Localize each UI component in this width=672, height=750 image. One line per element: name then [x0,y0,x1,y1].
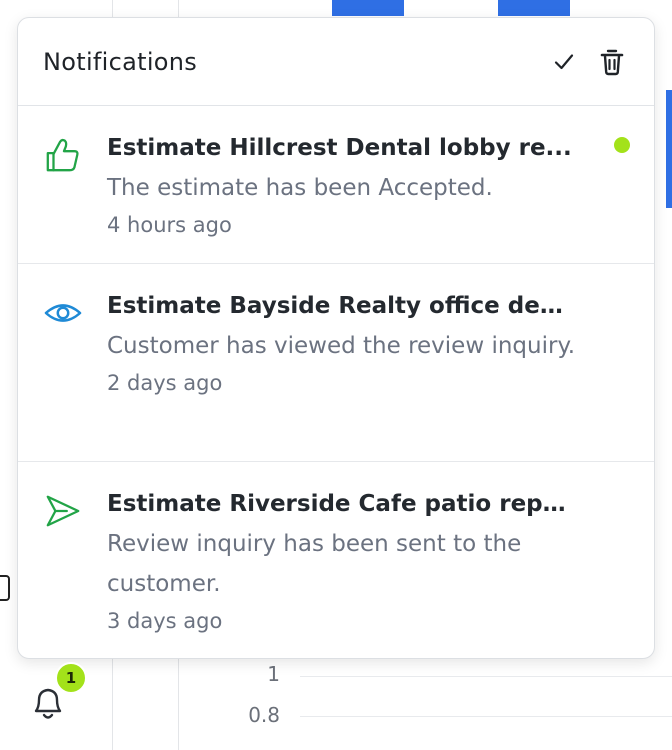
notification-title: Estimate Riverside Cafe patio repaint... [107,491,577,517]
notification-title: Estimate Bayside Realty office deep ... [107,293,577,319]
notification-title: Estimate Hillcrest Dental lobby re... [107,135,572,161]
notification-count-badge: 1 [55,662,87,694]
background-gridline [300,676,672,677]
notification-time: 2 days ago [107,371,223,395]
eye-icon [44,304,82,322]
clear-all-button[interactable] [596,46,628,78]
mark-all-read-button[interactable] [548,46,580,78]
notification-time: 3 days ago [107,609,223,633]
background-y-tick: 1 [267,662,280,686]
background-chart-bar [666,90,672,208]
panel-title: Notifications [43,47,198,76]
send-icon [46,495,80,527]
background-gridline [300,716,672,717]
trash-icon [600,49,624,75]
notification-item[interactable]: Estimate Hillcrest Dental lobby re... Th… [18,106,654,264]
background-side-icon [0,575,10,601]
notification-item[interactable]: Estimate Riverside Cafe patio repaint...… [18,462,654,658]
notification-item[interactable]: Estimate Bayside Realty office deep ... … [18,264,654,462]
notification-time: 4 hours ago [107,213,232,237]
background-chart-bar [498,0,570,16]
checkmark-icon [554,53,574,69]
unread-indicator [614,137,630,153]
background-y-tick: 0.8 [248,703,280,727]
background-chart-bar [332,0,404,16]
notifications-header: Notifications [18,18,654,106]
notifications-panel: Notifications Estimate Hillcrest Dental … [17,17,655,659]
notification-message: Review inquiry has been sent to the cust… [107,531,522,597]
notification-message: The estimate has been Accepted. [107,175,493,201]
thumbs-up-icon [46,138,79,172]
notification-message: Customer has viewed the review inquiry. [107,333,576,359]
